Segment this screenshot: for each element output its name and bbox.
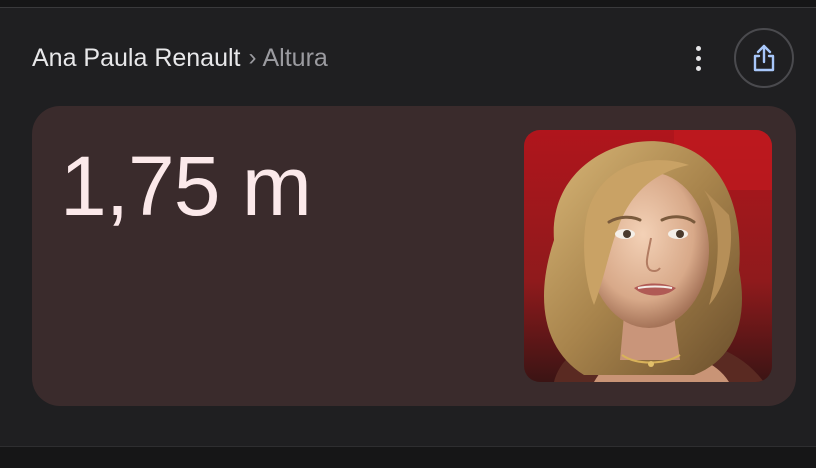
portrait-image <box>524 130 772 382</box>
breadcrumb-separator-icon: › <box>248 44 257 71</box>
person-photo[interactable] <box>524 130 772 382</box>
breadcrumb-entity-link[interactable]: Ana Paula Renault <box>32 44 240 73</box>
more-options-button[interactable] <box>686 36 710 80</box>
height-value: 1,75 m <box>60 139 312 233</box>
breadcrumb-attribute: Altura <box>262 43 328 72</box>
result-header: Ana Paula Renault › Altura <box>32 28 794 88</box>
answer-card: 1,75 m <box>32 106 796 406</box>
share-icon <box>753 44 775 72</box>
more-vert-icon-dot <box>695 55 701 61</box>
share-button[interactable] <box>734 28 794 88</box>
more-vert-icon <box>695 45 701 51</box>
more-vert-icon-dot <box>695 65 701 71</box>
top-divider <box>0 0 816 8</box>
bottom-divider <box>0 446 816 468</box>
breadcrumb: Ana Paula Renault › Altura <box>32 44 686 73</box>
